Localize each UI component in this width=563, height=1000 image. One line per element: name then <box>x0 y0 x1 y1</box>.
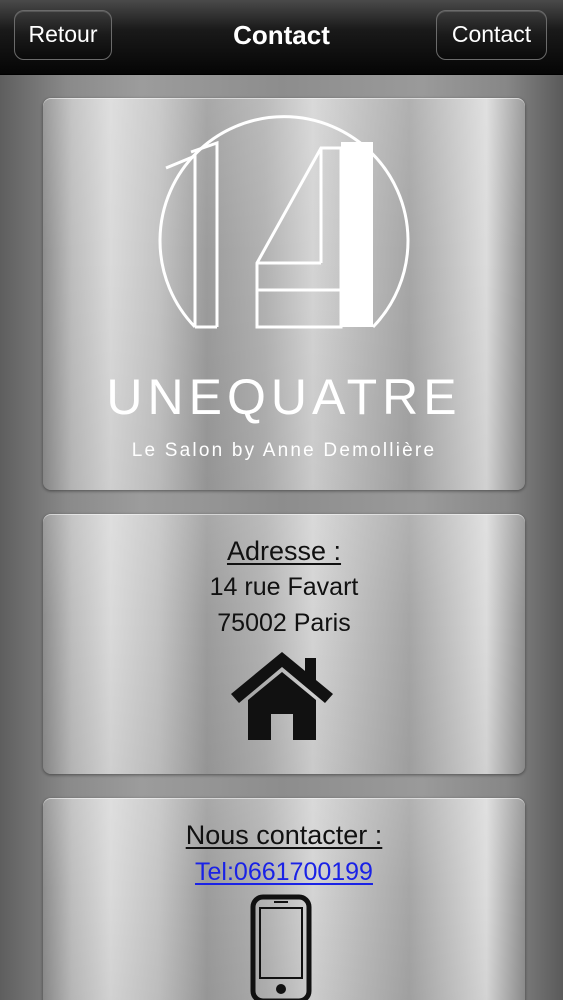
contact-panel: Nous contacter : Tel:0661700199 <box>43 798 525 1000</box>
brand-tagline: Le Salon by Anne Demollière <box>131 440 437 461</box>
address-heading: Adresse : <box>226 536 342 566</box>
address-city: 75002 Paris <box>217 609 351 637</box>
navigation-bar: Retour Contact Contact <box>0 0 563 75</box>
back-button[interactable]: Retour <box>14 10 112 60</box>
logo-panel: UNEQUATRE Le Salon by Anne Demollière <box>43 98 525 490</box>
contact-heading: Nous contacter : <box>185 820 383 850</box>
contact-button[interactable]: Contact <box>436 10 547 60</box>
phone-link[interactable]: Tel:0661700199 <box>43 858 525 887</box>
address-panel: Adresse : 14 rue Favart 75002 Paris <box>43 514 525 774</box>
home-icon[interactable] <box>229 650 335 747</box>
address-street: 14 rue Favart <box>209 573 359 601</box>
brand-name: UNEQUATRE <box>106 369 462 425</box>
salon-logo <box>158 115 410 329</box>
smartphone-icon[interactable] <box>250 894 312 1000</box>
